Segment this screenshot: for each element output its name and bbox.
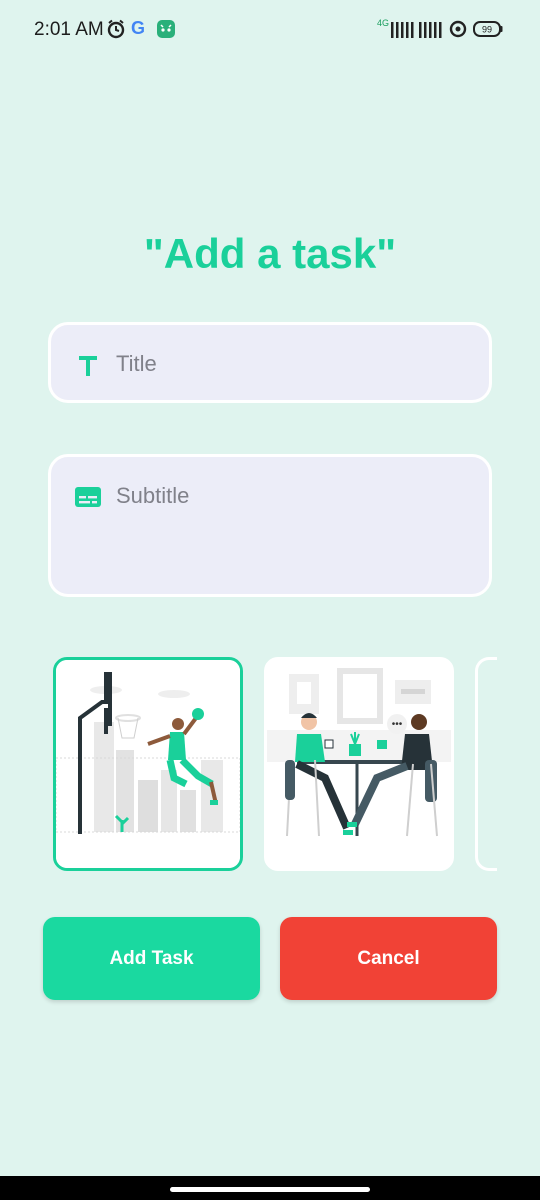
basketball-illustration — [56, 660, 240, 868]
text-format-icon — [73, 350, 103, 385]
add-task-button[interactable]: Add Task — [43, 917, 260, 1000]
signal-bars-icon — [418, 20, 442, 43]
page-title: "Add a task" — [143, 230, 397, 277]
google-icon: G — [131, 18, 146, 38]
title-field[interactable] — [48, 322, 492, 403]
svg-text:•••: ••• — [392, 719, 403, 730]
battery-level: 99 — [482, 25, 492, 35]
coffee-meeting-illustration: ••• — [267, 660, 451, 868]
network-type-label: 4G — [377, 18, 390, 28]
title-input[interactable] — [116, 349, 469, 379]
battery-icon: 99 — [473, 20, 503, 43]
home-indicator[interactable] — [170, 1187, 370, 1192]
signal-bars-icon — [390, 20, 414, 43]
subtitle-input[interactable] — [116, 481, 469, 511]
status-time: 2:01 AM — [34, 19, 104, 40]
subtitle-field[interactable] — [48, 454, 492, 597]
image-option-coffee-meeting[interactable]: ••• — [264, 657, 454, 871]
image-option-partial[interactable] — [475, 657, 497, 871]
status-bar: 2:01 AM G 4G 99 — [0, 0, 540, 60]
hotspot-icon — [449, 20, 467, 43]
android-app-icon — [156, 19, 176, 44]
navigation-bar — [0, 1176, 540, 1200]
alarm-icon — [106, 19, 126, 44]
subtitles-icon — [73, 482, 103, 517]
cancel-button[interactable]: Cancel — [280, 917, 497, 1000]
image-option-basketball[interactable] — [53, 657, 243, 871]
